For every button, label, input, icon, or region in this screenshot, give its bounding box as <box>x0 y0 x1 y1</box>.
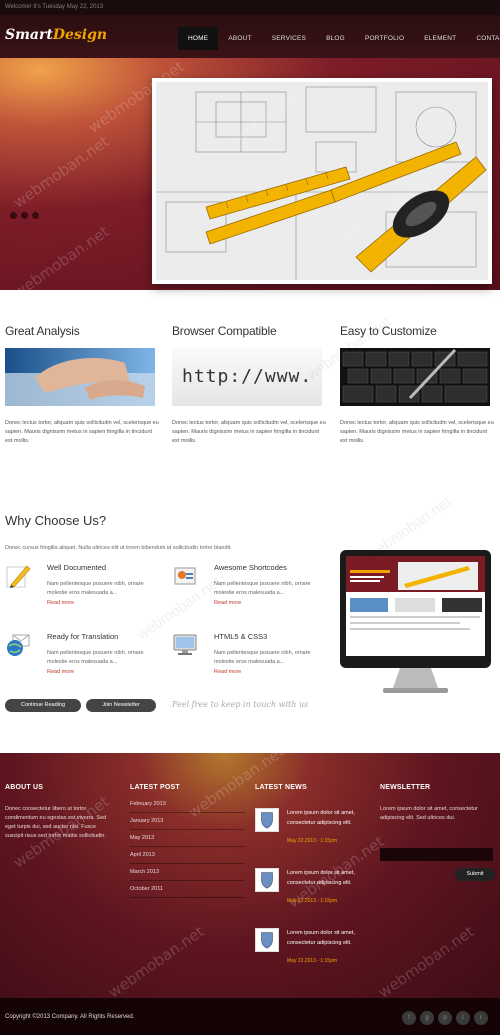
rss-icon[interactable]: r <box>474 1011 488 1025</box>
post-archive-link[interactable]: January 2013 <box>130 813 245 830</box>
feature-title: Great Analysis <box>5 324 80 338</box>
why-item-title: Ready for Translation <box>47 632 119 641</box>
welcome-bar: Welcome! It's Tuesday May 22, 2013 <box>0 0 500 15</box>
footer-heading: NEWSLETTER <box>380 784 431 791</box>
news-text: Lorem ipsum dolor sit amet, consectetur … <box>287 930 355 946</box>
news-date: May 22,2013 - 1:15pm <box>287 838 338 844</box>
feature-text: Donec lectus tortor, aliquam quis sollic… <box>340 420 494 444</box>
logo-part-1: Smart <box>5 27 53 43</box>
logo-part-2: Design <box>52 27 108 43</box>
keyboard-illustration <box>340 348 490 406</box>
social-links: f g p t r <box>402 1011 488 1025</box>
shortcodes-icon <box>174 567 196 585</box>
why-title: Why Choose Us? <box>5 513 107 528</box>
join-newsletter-button[interactable]: Join Newsletter <box>86 699 156 712</box>
news-date: May 22,2013 - 1:15pm <box>287 958 338 964</box>
nav-contact[interactable]: CONTACT <box>466 27 500 50</box>
imac-illustration <box>340 550 491 693</box>
news-text: Lorem ipsum dolor sit amet, consectetur … <box>287 870 355 886</box>
read-more-link[interactable]: Read more <box>214 669 241 675</box>
nav-portfolio[interactable]: PORTFOLIO <box>355 27 414 50</box>
contact-tagline: Feel free to keep in touch with us <box>172 700 309 709</box>
footer-heading: LATEST POST <box>130 784 180 791</box>
newsletter-text: Lorem ipsum dolor sit amet, consectetur … <box>380 806 478 821</box>
why-item-html5: HTML5 & CSS3 Nam pellentesque posuere ni… <box>172 632 332 682</box>
footer-latest-post: LATEST POST February 2013 January 2013 M… <box>130 784 245 898</box>
news-item[interactable]: Lorem ipsum dolor sit amet, consectetur … <box>255 808 365 858</box>
footer-heading: ABOUT US <box>5 784 44 791</box>
feature-image-browser: http://www. <box>172 348 322 406</box>
copyright-text: Copyright ©2013 Company. All Rights Rese… <box>5 1014 135 1020</box>
why-item-text: Nam pellentesque posuere nibh, ornare mo… <box>214 650 311 665</box>
feature-great-analysis: Great Analysis Donec lectus tortor, aliq… <box>5 324 160 446</box>
shield-logo-icon <box>255 808 279 832</box>
nav-home[interactable]: HOME <box>178 27 219 50</box>
slider-pagination <box>10 212 39 219</box>
feature-image-typing <box>5 348 155 406</box>
post-archive-link[interactable]: October 2011 <box>130 881 245 898</box>
shield-logo-icon <box>255 928 279 952</box>
google-plus-icon[interactable]: g <box>420 1011 434 1025</box>
post-archive-link[interactable]: February 2013 <box>130 796 245 813</box>
why-item-title: HTML5 & CSS3 <box>214 632 268 641</box>
why-item-title: Awesome Shortcodes <box>214 563 287 572</box>
read-more-link[interactable]: Read more <box>47 669 74 675</box>
shield-logo-icon <box>255 868 279 892</box>
feature-image-keyboard <box>340 348 490 406</box>
watermark: webmoban.net <box>10 222 113 290</box>
site-logo[interactable]: SmartDesign <box>5 27 107 43</box>
feature-text: Donec lectus tortor, aliquam quis sollic… <box>172 420 326 444</box>
pinterest-icon[interactable]: p <box>438 1011 452 1025</box>
pencil-icon <box>6 565 31 588</box>
why-item-text: Nam pellentesque posuere nibh, ornare mo… <box>47 650 144 665</box>
why-item-text: Nam pellentesque posuere nibh, ornare mo… <box>47 581 144 596</box>
read-more-link[interactable]: Read more <box>47 600 74 606</box>
footer-about: ABOUT US Donec consectetur libero ut tor… <box>5 784 115 841</box>
footer-latest-news: LATEST NEWS <box>255 784 370 805</box>
nav-blog[interactable]: BLOG <box>316 27 355 50</box>
continue-reading-button[interactable]: Continue Reading <box>5 699 81 712</box>
footer-heading: LATEST NEWS <box>255 784 307 791</box>
newsletter-email-input[interactable] <box>380 848 493 861</box>
slider-dot[interactable] <box>10 212 17 219</box>
news-date: May 22,2013 - 1:15pm <box>287 898 338 904</box>
post-archive-link[interactable]: April 2013 <box>130 847 245 864</box>
facebook-icon[interactable]: f <box>402 1011 416 1025</box>
nav-services[interactable]: SERVICES <box>262 27 316 50</box>
feature-browser-compatible: Browser Compatible http://www. Donec lec… <box>172 324 327 446</box>
nav-element[interactable]: ELEMENT <box>414 27 466 50</box>
footer-newsletter: NEWSLETTER Lorem ipsum dolor sit amet, c… <box>380 784 495 823</box>
post-archive-link[interactable]: May 2013 <box>130 830 245 847</box>
feature-title: Browser Compatible <box>172 324 277 338</box>
blueprint-ruler-illustration <box>156 82 488 280</box>
welcome-text: Welcome! It's Tuesday May 22, 2013 <box>5 4 104 10</box>
laptop-typing-illustration <box>5 348 155 406</box>
why-item-text: Nam pellentesque posuere nibh, ornare mo… <box>214 581 311 596</box>
why-item-title: Well Documented <box>47 563 107 572</box>
monitor-preview-image <box>338 548 493 696</box>
main-nav: HOME ABOUT SERVICES BLOG PORTFOLIO ELEME… <box>178 27 500 50</box>
watermark: webmoban.net <box>105 922 208 1002</box>
watermark: webmoban.net <box>375 922 478 1002</box>
why-item-documented: Well Documented Nam pellentesque posuere… <box>5 563 165 613</box>
nav-about[interactable]: ABOUT <box>218 27 261 50</box>
slider-dot[interactable] <box>32 212 39 219</box>
news-text: Lorem ipsum dolor sit amet, consectetur … <box>287 810 355 826</box>
watermark: webmoban.net <box>10 132 113 212</box>
news-item[interactable]: Lorem ipsum dolor sit amet, consectetur … <box>255 928 365 978</box>
footer-about-text: Donec consectetur libero ut tortor condi… <box>5 806 107 839</box>
hero-image: webmoban.net webmoban.net <box>152 78 492 284</box>
feature-text: Donec lectus tortor, aliquam quis sollic… <box>5 420 159 444</box>
globe-mail-icon <box>7 634 30 656</box>
newsletter-submit-button[interactable]: Submit <box>455 868 495 881</box>
slider-dot[interactable] <box>21 212 28 219</box>
post-archive-link[interactable]: March 2013 <box>130 864 245 881</box>
read-more-link[interactable]: Read more <box>214 600 241 606</box>
browser-url-text: http://www. <box>182 366 313 387</box>
news-item[interactable]: Lorem ipsum dolor sit amet, consectetur … <box>255 868 365 918</box>
twitter-icon[interactable]: t <box>456 1011 470 1025</box>
monitor-icon <box>173 634 197 655</box>
why-lead-text: Donec cursus fringilla aliquet. Nulla ul… <box>5 545 232 551</box>
